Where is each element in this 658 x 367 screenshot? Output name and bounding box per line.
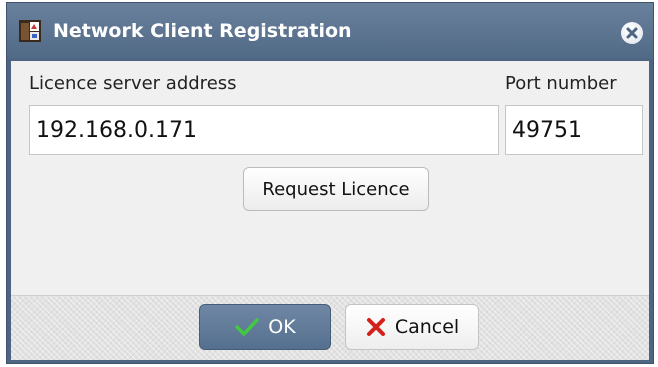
ok-button-label: OK [268,316,296,338]
dialog-title: Network Client Registration [53,20,352,42]
server-address-label: Licence server address [29,73,237,94]
cancel-button[interactable]: Cancel [345,304,479,350]
close-icon[interactable] [621,22,643,44]
port-number-input[interactable] [505,105,643,155]
app-logo-icon [19,20,41,42]
network-client-registration-dialog: Network Client Registration Licence serv… [6,2,654,364]
dialog-footer: OK Cancel [11,295,649,360]
cancel-button-label: Cancel [394,316,460,338]
ok-button[interactable]: OK [199,304,331,350]
x-mark-icon [366,318,385,336]
checkmark-icon [235,318,260,336]
port-number-label: Port number [505,73,617,94]
registration-form: Licence server address Port number Reque… [11,61,649,295]
server-address-input[interactable] [29,105,499,155]
title-bar[interactable]: Network Client Registration [7,3,653,59]
request-licence-button[interactable]: Request Licence [243,167,429,211]
